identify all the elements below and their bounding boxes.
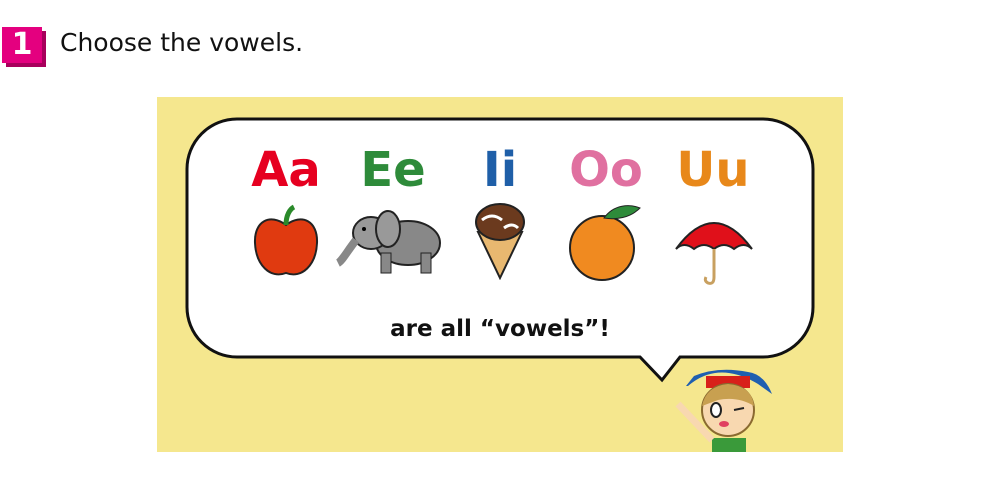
vowel-letter-i: Ii (482, 142, 518, 198)
umbrella-icon (675, 222, 753, 285)
vowel-letter-u: Uu (676, 142, 750, 198)
vowel-letter-e: Ee (360, 142, 426, 198)
caption-text: are all “vowels”! (390, 316, 610, 342)
elephant-icon (336, 210, 441, 274)
vowel-letter-a: Aa (251, 142, 321, 198)
ice-cream-icon (475, 203, 525, 280)
apple-icon (253, 204, 319, 276)
character-mascot-icon (675, 369, 772, 452)
vowel-letter-o: Oo (569, 142, 643, 198)
orange-icon (569, 205, 641, 281)
